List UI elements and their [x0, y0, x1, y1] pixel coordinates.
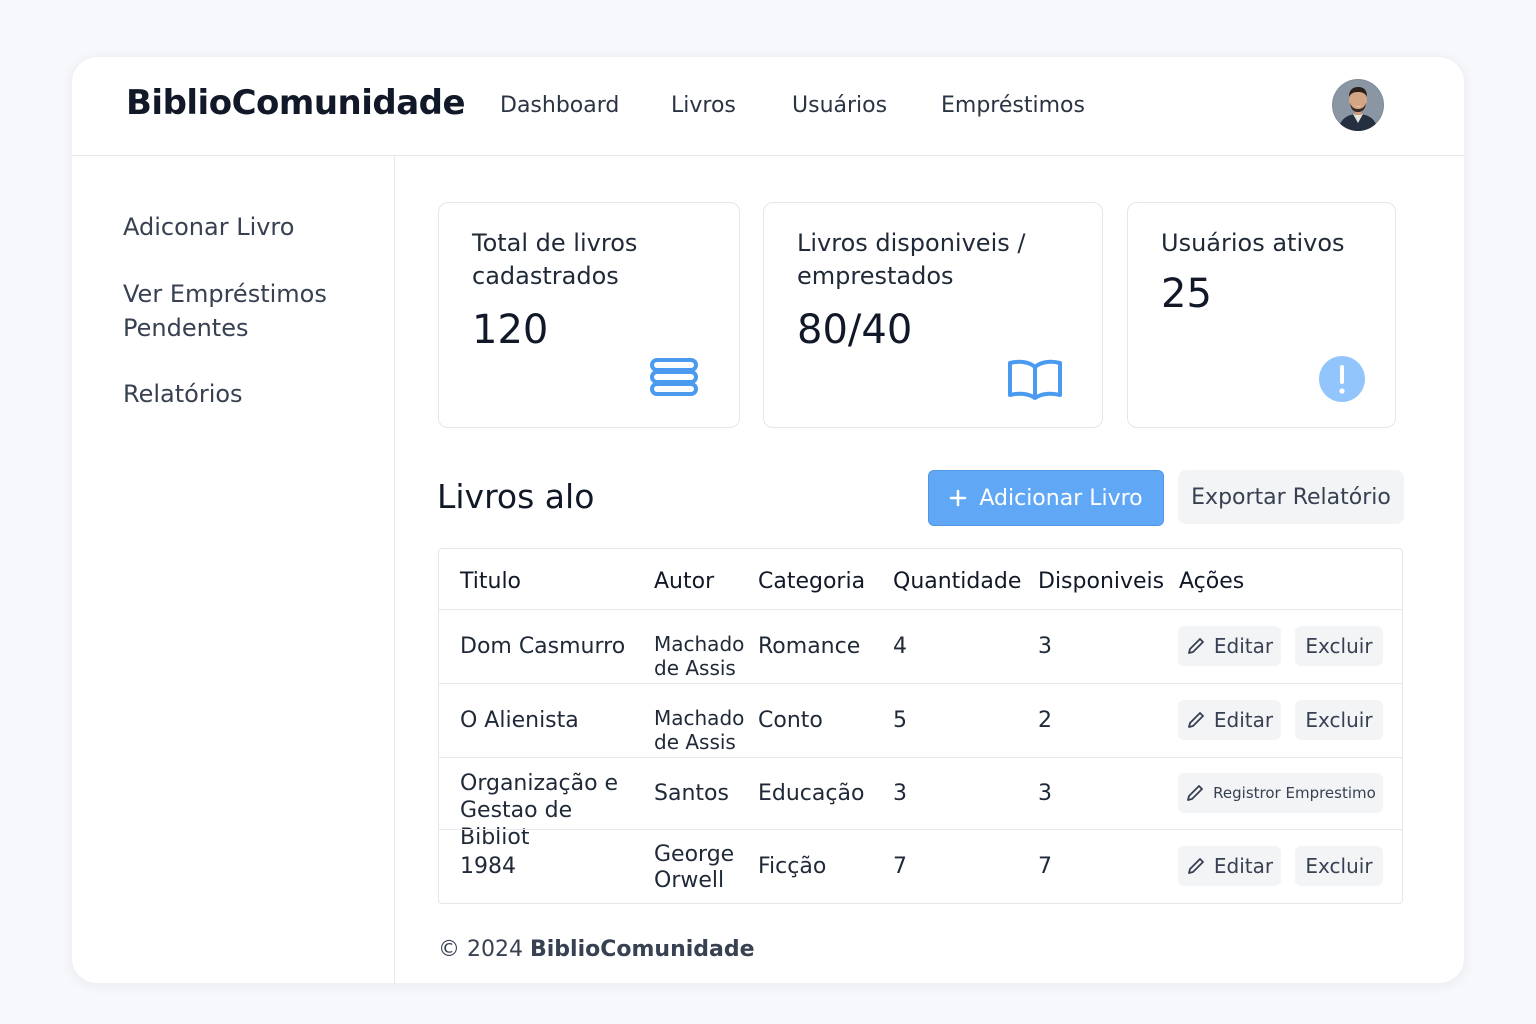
pencil-icon — [1187, 858, 1204, 874]
cell-available: 2 — [1038, 708, 1052, 733]
cell-category: Educação — [758, 781, 865, 806]
stat-value: 120 — [472, 307, 549, 353]
add-book-button[interactable]: Adicionar Livro — [928, 470, 1164, 526]
footer: © 2024 BiblioComunidade — [438, 937, 755, 962]
alert-icon — [1318, 355, 1366, 407]
table-row: Dom Casmurro Machado de Assis Romance 4 … — [439, 609, 1402, 684]
stat-value: 25 — [1161, 271, 1212, 317]
edit-button[interactable]: Editar — [1178, 846, 1281, 886]
nav-usuarios[interactable]: Usuários — [792, 93, 887, 118]
pencil-icon — [1187, 712, 1204, 728]
stat-card-total-livros: Total de livros cadastrados 120 — [438, 202, 740, 428]
cell-title: 1984 — [460, 854, 516, 879]
cell-author: George Orwell — [654, 842, 735, 893]
column-header-disponiveis: Disponiveis — [1038, 569, 1165, 594]
pencil-icon — [1187, 638, 1204, 654]
edit-label: Editar — [1213, 708, 1274, 732]
cell-quantity: 3 — [893, 781, 907, 806]
column-header-categoria: Categoria — [758, 569, 866, 594]
table-row: O Alienista Machado de Assis Conto 5 2 E… — [439, 683, 1402, 758]
delete-button[interactable]: Excluir — [1295, 700, 1383, 740]
column-header-autor: Autor — [654, 569, 715, 594]
add-book-label: Adicionar Livro — [979, 485, 1143, 511]
sidebar-item-emprestimos-pendentes[interactable]: Ver Empréstimos Pendentes — [123, 277, 373, 345]
register-loan-button[interactable]: Registror Emprestimo — [1178, 773, 1383, 813]
sidebar-item-relatorios[interactable]: Relatórios — [123, 377, 373, 411]
nav-dashboard[interactable]: Dashboard — [500, 93, 619, 118]
cell-available: 3 — [1038, 634, 1052, 659]
cell-quantity: 4 — [893, 634, 907, 659]
edit-button[interactable]: Editar — [1178, 626, 1281, 666]
footer-brand: BiblioComunidade — [529, 937, 755, 962]
cell-quantity: 5 — [893, 708, 907, 733]
cell-title: Dom Casmurro — [460, 634, 626, 659]
books-table: Titulo Autor Categoria Quantidade Dispon… — [438, 548, 1403, 904]
open-book-icon — [1006, 357, 1064, 405]
table-row: 1984 George Orwell Ficção 7 7 Editar Exc… — [439, 829, 1402, 903]
column-header-quantidade: Quantidade — [893, 569, 1022, 594]
edit-label: Editar — [1213, 854, 1274, 878]
nav-emprestimos[interactable]: Empréstimos — [941, 93, 1085, 118]
delete-button[interactable]: Excluir — [1295, 846, 1383, 886]
edit-label: Editar — [1213, 634, 1274, 658]
column-header-titulo: Titulo — [460, 569, 522, 594]
stat-title: Total de livros cadastrados — [472, 229, 638, 290]
stat-card-usuarios-ativos: Usuários ativos 25 — [1127, 202, 1396, 428]
cell-category: Ficção — [758, 854, 827, 879]
delete-button[interactable]: Excluir — [1295, 626, 1383, 666]
brand-logo[interactable]: BiblioComunidade — [126, 83, 466, 123]
cell-quantity: 7 — [893, 854, 907, 879]
nav-livros[interactable]: Livros — [671, 93, 736, 118]
section-title: Livros alo — [437, 477, 595, 516]
pencil-icon — [1187, 785, 1204, 801]
copyright-text: © 2024 — [438, 937, 523, 962]
export-report-button[interactable]: Exportar Relatório — [1178, 470, 1404, 524]
plus-icon — [950, 489, 967, 507]
stat-title: Usuários ativos — [1161, 229, 1345, 257]
stat-card-disponiveis: Livros disponiveis / emprestados 80/40 — [763, 202, 1103, 428]
cell-available: 7 — [1038, 854, 1052, 879]
cell-category: Conto — [758, 708, 823, 733]
cell-author: Machado de Assis — [654, 706, 745, 754]
cell-author: Santos — [654, 781, 729, 806]
register-loan-label: Registror Emprestimo — [1213, 784, 1376, 802]
stat-value: 80/40 — [797, 307, 913, 353]
cell-category: Romance — [758, 634, 861, 659]
table-row: Organização e Gestao de Bibliot Santos E… — [439, 757, 1402, 850]
top-header: BiblioComunidade Dashboard Livros Usuári… — [72, 57, 1464, 156]
sidebar-item-adicionar-livro[interactable]: Adiconar Livro — [123, 210, 373, 244]
cell-author: Machado de Assis — [654, 632, 745, 680]
user-avatar[interactable] — [1332, 79, 1384, 131]
app-window: BiblioComunidade Dashboard Livros Usuári… — [71, 56, 1465, 984]
sidebar: Adiconar Livro Ver Empréstimos Pendentes… — [72, 156, 395, 983]
column-header-acoes: Ações — [1179, 569, 1245, 594]
edit-button[interactable]: Editar — [1178, 700, 1281, 740]
stat-title: Livros disponiveis / emprestados — [797, 229, 1026, 290]
stack-icon — [649, 355, 699, 403]
cell-available: 3 — [1038, 781, 1052, 806]
cell-title: O Alienista — [460, 708, 579, 733]
